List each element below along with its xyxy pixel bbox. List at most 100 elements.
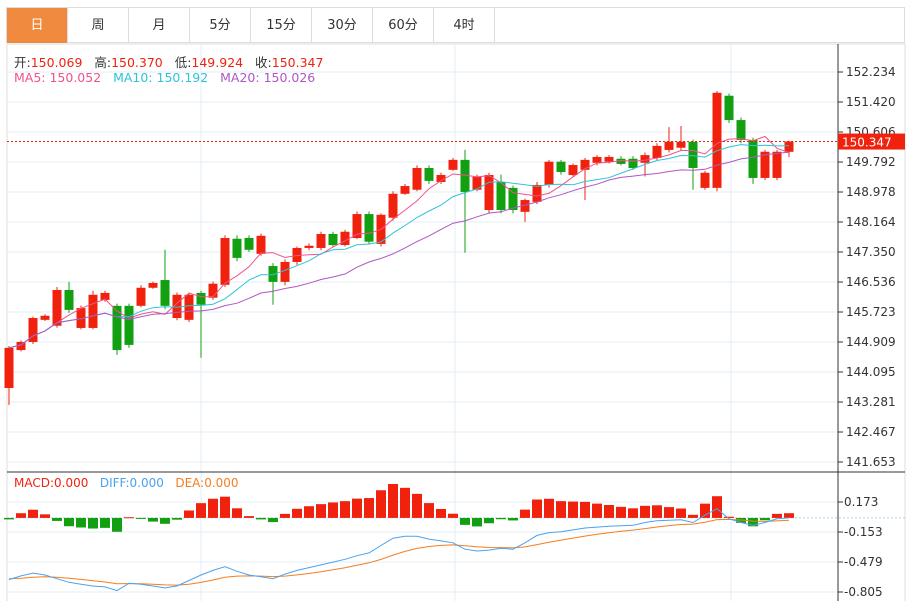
open-value: 150.069	[30, 55, 83, 70]
price-tick-label: 145.723	[846, 305, 896, 319]
candle-down	[424, 167, 434, 181]
candle-down	[508, 187, 518, 210]
macd-histogram-bar	[304, 506, 314, 518]
candle-up	[544, 161, 554, 185]
candle-up	[88, 294, 98, 328]
macd-histogram-bar	[280, 513, 290, 518]
candle-up	[220, 238, 230, 285]
tab-month[interactable]: 月	[129, 8, 190, 43]
macd-histogram-bar	[268, 517, 278, 523]
macd-histogram-bar	[484, 517, 494, 524]
macd-histogram-bar	[724, 516, 734, 518]
macd-histogram-bar	[64, 517, 74, 527]
price-tick-label: 147.350	[846, 245, 896, 259]
macd-histogram-bar	[628, 508, 638, 518]
price-tick-label: 148.164	[846, 215, 896, 229]
macd-histogram-bar	[520, 509, 530, 518]
price-tick-label: 148.978	[846, 185, 896, 199]
candle-up	[664, 141, 674, 150]
macd-histogram-bar	[364, 498, 374, 518]
macd-histogram-bar	[592, 503, 602, 518]
macd-histogram-bar	[4, 517, 14, 520]
macd-histogram-bar	[40, 514, 50, 518]
candle-down	[688, 141, 698, 168]
macd-histogram-bar	[688, 514, 698, 518]
ma5-line	[8, 135, 790, 349]
tab-60min[interactable]: 60分	[373, 8, 434, 43]
macd-histogram-bar	[292, 508, 302, 518]
macd-histogram-bar	[424, 503, 434, 518]
candle-up	[640, 155, 650, 163]
macd-histogram-bar	[160, 517, 170, 524]
candle-up	[712, 92, 722, 188]
period-tabs: 日 周 月 5分 15分 30分 60分 4时	[6, 7, 905, 43]
open-label: 开:	[14, 55, 31, 70]
high-value: 150.370	[111, 55, 163, 70]
macd-histogram-bar	[220, 496, 230, 518]
macd-histogram-bar	[100, 517, 110, 528]
macd-histogram-bar	[244, 516, 254, 518]
price-tick-label: 149.792	[846, 155, 896, 169]
candle-up	[388, 193, 398, 218]
macd-histogram-bar	[772, 513, 782, 518]
macd-histogram-bar	[556, 501, 566, 518]
macd-histogram-bar	[496, 517, 506, 520]
ma20-line	[8, 151, 790, 349]
macd-histogram-bar	[316, 504, 326, 518]
macd-histogram-bar	[328, 502, 338, 518]
candle-up	[136, 287, 146, 306]
macd-histogram-bar	[412, 493, 422, 518]
tabs-filler	[495, 8, 905, 42]
tab-15min[interactable]: 15分	[251, 8, 312, 43]
macd-histogram-bar	[448, 513, 458, 518]
tab-week[interactable]: 周	[68, 8, 129, 43]
candle-down	[496, 181, 506, 210]
macd-histogram-bar	[604, 505, 614, 518]
candle-down	[364, 214, 374, 242]
macd-histogram-bar	[208, 498, 218, 518]
tab-30min[interactable]: 30分	[312, 8, 373, 43]
macd-histogram-bar	[28, 509, 38, 518]
candle-up	[772, 151, 782, 178]
candle-up	[700, 172, 710, 188]
macd-histogram-bar	[460, 517, 470, 525]
macd-info: MACD:0.000 DIFF:0.000 DEA:0.000	[14, 476, 239, 490]
close-value: 150.347	[271, 55, 324, 70]
candle-up	[316, 233, 326, 248]
macd-histogram-bar	[196, 503, 206, 518]
macd-histogram-bar	[760, 517, 770, 521]
macd-histogram-bar	[184, 510, 194, 518]
candle-up	[208, 283, 218, 298]
macd-histogram-bar	[508, 517, 518, 521]
macd-histogram-bar	[52, 517, 62, 521]
candle-down	[64, 289, 74, 310]
candle-up	[532, 184, 542, 202]
macd-tick-label: -0.805	[844, 585, 883, 599]
tab-day[interactable]: 日	[7, 8, 68, 43]
macd-histogram-bar	[112, 517, 122, 532]
macd-histogram-bar	[352, 498, 362, 518]
low-label: 低:	[174, 55, 192, 70]
candle-up	[148, 282, 158, 288]
candle-down	[196, 292, 206, 305]
macd-histogram-bar	[532, 499, 542, 518]
ma5-value: MA5: 150.052	[14, 70, 102, 85]
candle-up	[4, 347, 14, 389]
macd-histogram-bar	[664, 507, 674, 518]
tab-4hour[interactable]: 4时	[434, 8, 495, 43]
dea-value: DEA:0.000	[175, 476, 239, 490]
macd-value: MACD:0.000	[14, 476, 89, 490]
kline-chart[interactable]: 152.234151.420150.606149.792148.978148.1…	[0, 0, 911, 601]
candle-down	[736, 120, 746, 140]
candle-up	[604, 156, 614, 162]
close-label: 收:	[255, 55, 272, 70]
candle-up	[184, 294, 194, 320]
high-label: 高:	[94, 55, 112, 70]
tab-5min[interactable]: 5分	[190, 8, 251, 43]
ohlc-info: 开:150.069 高:150.370 低:149.924 收:150.347	[14, 52, 323, 71]
candle-up	[412, 167, 422, 190]
macd-histogram-bar	[148, 517, 158, 522]
candle-up	[472, 176, 482, 190]
macd-histogram-bar	[76, 517, 86, 528]
price-tick-label: 142.467	[846, 425, 896, 439]
